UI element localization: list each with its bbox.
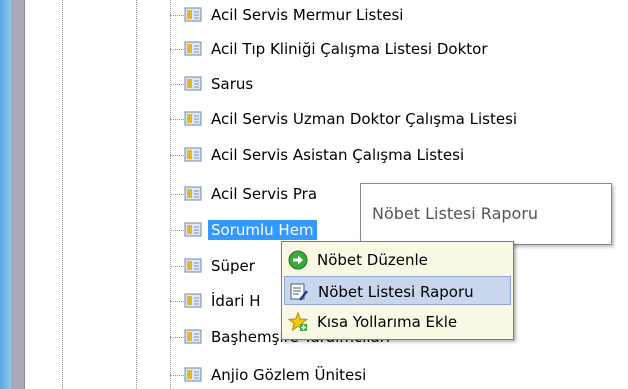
document-icon [184, 7, 202, 22]
tree-item-label: Sorumlu Hem [208, 220, 317, 240]
tree-item-label: Süper [211, 257, 255, 275]
green-arrow-icon [288, 250, 308, 270]
document-icon [184, 186, 202, 201]
tree-guide-line [136, 0, 137, 389]
tree-item-label: Sarus [211, 75, 254, 93]
report-icon [290, 283, 308, 301]
tree-connector [170, 375, 184, 376]
tree-connector [170, 49, 184, 50]
document-icon [184, 329, 202, 344]
tree-item-label: Anjio Gözlem Ünitesi [211, 366, 367, 384]
tree-connector [170, 155, 184, 156]
document-icon [184, 41, 202, 56]
tooltip: Nöbet Listesi Raporu [360, 183, 612, 245]
menu-item-nobet-listesi-raporu[interactable]: Nöbet Listesi Raporu [284, 276, 511, 305]
menu-item-kisa-yollarima-ekle[interactable]: Kısa Yollarıma Ekle [284, 307, 511, 336]
tree-guide-line [62, 0, 63, 389]
tree-item-label: İdari H [211, 292, 261, 310]
frame-blue-strip [0, 0, 11, 389]
document-icon [184, 111, 202, 126]
document-icon [184, 258, 202, 273]
menu-item-label: Nöbet Listesi Raporu [318, 283, 474, 301]
tree-connector [170, 266, 184, 267]
tree-item-label: Acil Servis Asistan Çalışma Listesi [211, 146, 465, 164]
tooltip-text: Nöbet Listesi Raporu [372, 204, 539, 223]
tree-item-label: Acil Tıp Kliniği Çalışma Listesi Doktor [211, 40, 488, 58]
tree-connector [170, 337, 184, 338]
document-icon [184, 76, 202, 91]
frame-gray-strip [11, 0, 24, 389]
tree-connector [170, 119, 184, 120]
tree-item-label: Acil Servis Uzman Doktor Çalışma Listesi [211, 110, 518, 128]
tree-connector [170, 15, 184, 16]
menu-item-nobet-duzenle[interactable]: Nöbet Düzenle [284, 245, 511, 274]
document-icon [184, 367, 202, 382]
menu-item-label: Kısa Yollarıma Ekle [317, 313, 458, 331]
tree-item-label: Acil Servis Mermur Listesi [211, 6, 404, 24]
tree-connector [170, 194, 184, 195]
document-icon [184, 293, 202, 308]
tree-connector [170, 230, 184, 231]
menu-item-label: Nöbet Düzenle [317, 251, 428, 269]
frame-edge-line [24, 0, 25, 389]
context-menu: Nöbet Düzenle Nöbet Listesi Raporu Kısa … [281, 241, 514, 340]
tree-item-label: Acil Servis Pra [211, 185, 318, 203]
tree-connector [170, 84, 184, 85]
tree-connector [170, 301, 184, 302]
document-icon [184, 147, 202, 162]
star-add-icon [288, 312, 308, 332]
document-icon [184, 222, 202, 237]
